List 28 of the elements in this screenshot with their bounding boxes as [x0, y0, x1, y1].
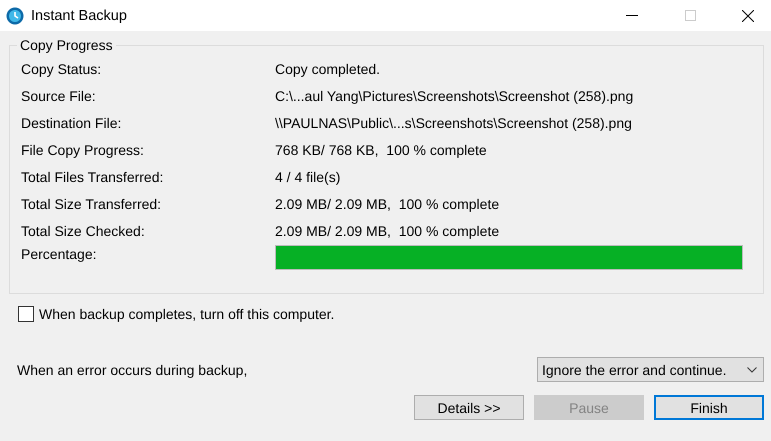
field-label: File Copy Progress: — [21, 142, 145, 158]
close-icon — [742, 10, 754, 22]
field-label: Total Files Transferred: — [21, 168, 164, 184]
field-label: Copy Status: — [21, 60, 102, 76]
checkbox-label[interactable]: When backup completes, turn off this computer. — [39, 306, 334, 322]
minimize-icon — [626, 14, 638, 16]
field-label: Destination File: — [21, 114, 122, 130]
field-value: Copy completed. — [275, 60, 382, 76]
field-value: \\PAULNAS\Public\...s\Screenshots\Screenshot (258).png — [275, 114, 633, 130]
group-title: Copy Progress — [17, 37, 116, 53]
field-value: 2.09 MB/ 2.09 MB, 100 % complete — [275, 222, 500, 238]
checkbox[interactable] — [18, 306, 34, 322]
error-label: When an error occurs during backup, — [17, 362, 248, 378]
field-label: Total Size Transferred: — [21, 196, 162, 212]
app-clock-icon — [6, 6, 24, 24]
field-value: 2.09 MB/ 2.09 MB, 100 % complete — [275, 196, 500, 212]
chevron-down-icon — [747, 366, 757, 372]
field-value: 4 / 4 file(s) — [275, 168, 342, 184]
maximize-icon — [684, 10, 696, 21]
field-value: C:\...aul Yang\Pictures\Screenshots\Screenshot (258).png — [275, 88, 634, 104]
field-label: Percentage: — [21, 246, 98, 262]
dialog-button[interactable]: Finish — [654, 395, 764, 420]
dialog-button[interactable]: Details >> — [414, 395, 524, 420]
field-value: 768 KB/ 768 KB, 100 % complete — [275, 142, 488, 158]
error-dropdown[interactable]: Ignore the error and continue. — [537, 357, 764, 382]
window-title: Instant Backup — [31, 8, 128, 24]
field-label: Total Size Checked: — [21, 222, 146, 238]
field-label: Source File: — [21, 88, 97, 104]
